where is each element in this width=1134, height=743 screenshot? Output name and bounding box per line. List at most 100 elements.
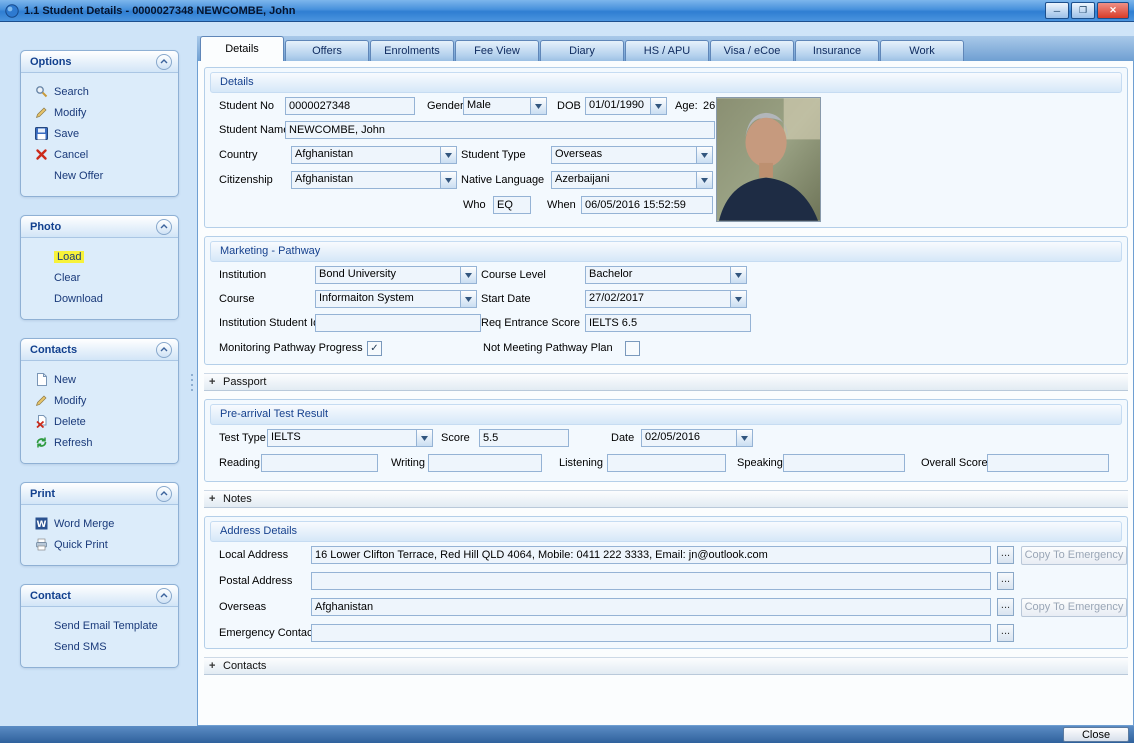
sidebar-item-cancel[interactable]: Cancel — [34, 144, 174, 165]
not-meeting-pathway-checkbox[interactable] — [625, 341, 640, 356]
close-button[interactable]: Close — [1063, 727, 1129, 742]
collapse-chevron-icon[interactable] — [156, 219, 172, 235]
dropdown-arrow-icon[interactable] — [731, 290, 747, 308]
listening-input[interactable] — [607, 454, 726, 472]
score-input[interactable] — [479, 429, 569, 447]
sidebar-item-label: New Offer — [54, 170, 103, 182]
options-panel-header[interactable]: Options — [21, 51, 178, 73]
student-no-input[interactable] — [285, 97, 415, 115]
writing-input[interactable] — [428, 454, 542, 472]
sidebar-item-modify[interactable]: Modify — [34, 102, 174, 123]
details-tab-content: Details Student No Gender Male DOB 01/01… — [197, 61, 1134, 726]
passport-collapsed-section[interactable]: + Passport — [204, 373, 1128, 391]
copy-overseas-to-emergency-button[interactable]: Copy To Emergency — [1021, 598, 1127, 617]
postal-address-input[interactable] — [311, 572, 991, 590]
dropdown-arrow-icon[interactable] — [441, 146, 457, 164]
minimize-icon[interactable]: ─ — [1045, 2, 1069, 19]
photo-panel-header[interactable]: Photo — [21, 216, 178, 238]
gender-combo[interactable]: Male — [463, 97, 547, 115]
test-type-label: Test Type — [219, 429, 266, 447]
local-address-browse-button[interactable]: ... — [997, 546, 1014, 564]
sidebar-item-contact-modify[interactable]: Modify — [34, 390, 174, 411]
emergency-contact-browse-button[interactable]: ... — [997, 624, 1014, 642]
institution-combo[interactable]: Bond University — [315, 266, 477, 284]
native-language-combo[interactable]: Azerbaijani — [551, 171, 713, 189]
gender-label: Gender — [427, 97, 464, 115]
local-address-input[interactable] — [311, 546, 991, 564]
overseas-address-input[interactable] — [311, 598, 991, 616]
student-photo — [716, 97, 821, 222]
dropdown-arrow-icon[interactable] — [531, 97, 547, 115]
contacts-panel-header[interactable]: Contacts — [21, 339, 178, 361]
dropdown-arrow-icon[interactable] — [651, 97, 667, 115]
req-entrance-score-input[interactable] — [585, 314, 751, 332]
dropdown-arrow-icon[interactable] — [697, 171, 713, 189]
dropdown-arrow-icon[interactable] — [417, 429, 433, 447]
tab-fee-view[interactable]: Fee View — [455, 40, 539, 61]
start-date-picker[interactable]: 27/02/2017 — [585, 290, 747, 308]
postal-address-browse-button[interactable]: ... — [997, 572, 1014, 590]
sidebar-item-word-merge[interactable]: W Word Merge — [34, 513, 174, 534]
tab-details[interactable]: Details — [200, 36, 284, 61]
tab-work[interactable]: Work — [880, 40, 964, 61]
tab-offers[interactable]: Offers — [285, 40, 369, 61]
tab-enrolments[interactable]: Enrolments — [370, 40, 454, 61]
student-name-input[interactable] — [285, 121, 715, 139]
overseas-address-browse-button[interactable]: ... — [997, 598, 1014, 616]
contacts-panel: Contacts New Modify Delete Ref — [20, 338, 179, 464]
sidebar-item-download[interactable]: Download — [34, 288, 174, 309]
sidebar-item-send-sms[interactable]: Send SMS — [34, 636, 174, 657]
notes-collapsed-section[interactable]: + Notes — [204, 490, 1128, 508]
window-title: 1.1 Student Details - 0000027348 NEWCOMB… — [24, 5, 1040, 17]
contact-panel-header[interactable]: Contact — [21, 585, 178, 607]
reading-input[interactable] — [261, 454, 378, 472]
dropdown-arrow-icon[interactable] — [731, 266, 747, 284]
tab-diary[interactable]: Diary — [540, 40, 624, 61]
restore-icon[interactable]: ❐ — [1071, 2, 1095, 19]
country-combo[interactable]: Afghanistan — [291, 146, 457, 164]
citizenship-combo[interactable]: Afghanistan — [291, 171, 457, 189]
print-panel-header[interactable]: Print — [21, 483, 178, 505]
speaking-input[interactable] — [783, 454, 905, 472]
collapse-chevron-icon[interactable] — [156, 486, 172, 502]
sidebar-item-send-email-template[interactable]: Send Email Template — [34, 615, 174, 636]
sidebar-item-clear[interactable]: Clear — [34, 267, 174, 288]
dropdown-arrow-icon[interactable] — [461, 290, 477, 308]
collapse-chevron-icon[interactable] — [156, 342, 172, 358]
test-date-picker[interactable]: 02/05/2016 — [641, 429, 753, 447]
collapse-chevron-icon[interactable] — [156, 54, 172, 70]
sidebar-item-load[interactable]: Load — [34, 246, 174, 267]
sidebar-item-contact-new[interactable]: New — [34, 369, 174, 390]
institution-student-id-input[interactable] — [315, 314, 481, 332]
student-type-value: Overseas — [551, 146, 697, 164]
splitter-handle[interactable] — [191, 374, 193, 391]
tab-hs-apu[interactable]: HS / APU — [625, 40, 709, 61]
dropdown-arrow-icon[interactable] — [737, 429, 753, 447]
dropdown-arrow-icon[interactable] — [697, 146, 713, 164]
sidebar-item-new-offer[interactable]: New Offer — [34, 165, 174, 186]
when-input[interactable] — [581, 196, 713, 214]
collapse-chevron-icon[interactable] — [156, 588, 172, 604]
tab-visa-ecoe[interactable]: Visa / eCoe — [710, 40, 794, 61]
dob-picker[interactable]: 01/01/1990 — [585, 97, 667, 115]
tab-insurance[interactable]: Insurance — [795, 40, 879, 61]
sidebar-item-save[interactable]: Save — [34, 123, 174, 144]
sidebar-item-contact-refresh[interactable]: Refresh — [34, 432, 174, 453]
contacts-collapsed-section[interactable]: + Contacts — [204, 657, 1128, 675]
copy-local-to-emergency-button[interactable]: Copy To Emergency — [1021, 546, 1127, 565]
overseas-address-label: Overseas — [219, 598, 266, 616]
close-window-icon[interactable]: ✕ — [1097, 2, 1129, 19]
sidebar-item-quick-print[interactable]: Quick Print — [34, 534, 174, 555]
overall-score-input[interactable] — [987, 454, 1109, 472]
who-input[interactable] — [493, 196, 531, 214]
course-combo[interactable]: Informaiton System — [315, 290, 477, 308]
monitoring-pathway-checkbox[interactable]: ✓ — [367, 341, 382, 356]
student-type-combo[interactable]: Overseas — [551, 146, 713, 164]
test-type-combo[interactable]: IELTS — [267, 429, 433, 447]
sidebar-item-contact-delete[interactable]: Delete — [34, 411, 174, 432]
dropdown-arrow-icon[interactable] — [461, 266, 477, 284]
emergency-contact-input[interactable] — [311, 624, 991, 642]
sidebar-item-search[interactable]: Search — [34, 81, 174, 102]
course-level-combo[interactable]: Bachelor — [585, 266, 747, 284]
dropdown-arrow-icon[interactable] — [441, 171, 457, 189]
